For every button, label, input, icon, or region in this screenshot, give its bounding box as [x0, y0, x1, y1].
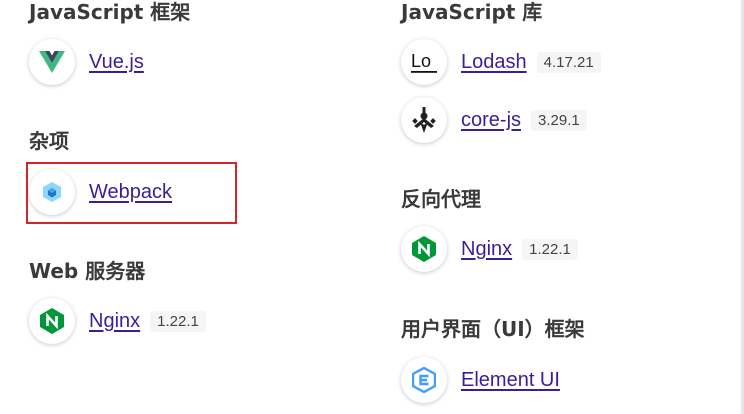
- list-item-vue: Vue.js: [29, 37, 144, 87]
- section-heading-js-libraries: JavaScript 库: [401, 0, 543, 24]
- nginx-server-link[interactable]: Nginx: [89, 310, 140, 333]
- version-badge: 4.17.21: [536, 51, 601, 73]
- list-item-element-ui: Element UI: [401, 355, 560, 405]
- version-badge: 1.22.1: [150, 310, 206, 332]
- nginx-icon: [29, 298, 75, 344]
- list-item-nginx-proxy: Nginx 1.22.1: [401, 224, 578, 274]
- lodash-link[interactable]: Lodash: [461, 51, 527, 74]
- section-heading-js-frameworks: JavaScript 框架: [29, 0, 191, 24]
- element-ui-icon: [401, 357, 447, 403]
- vue-link[interactable]: Vue.js: [89, 51, 144, 74]
- list-item-nginx-server: Nginx 1.22.1: [29, 296, 206, 346]
- section-heading-ui-frameworks: 用户界面（UI）框架: [401, 317, 585, 341]
- section-heading-misc: 杂项: [29, 129, 69, 153]
- list-item-core-js: core-js 3.29.1: [401, 95, 587, 145]
- highlight-box: [26, 162, 237, 224]
- vue-icon: [29, 39, 75, 85]
- nginx-proxy-link[interactable]: Nginx: [461, 238, 512, 261]
- section-heading-web-servers: Web 服务器: [29, 259, 146, 283]
- list-item-lodash: Lo Lodash 4.17.21: [401, 37, 601, 87]
- core-js-icon: [401, 97, 447, 143]
- nginx-icon: [401, 226, 447, 272]
- svg-text:Lo: Lo: [411, 51, 431, 71]
- core-js-link[interactable]: core-js: [461, 109, 521, 132]
- version-badge: 1.22.1: [522, 238, 578, 260]
- version-badge: 3.29.1: [531, 109, 587, 131]
- element-ui-link[interactable]: Element UI: [461, 369, 560, 392]
- lodash-icon: Lo: [401, 39, 447, 85]
- section-heading-reverse-proxies: 反向代理: [401, 187, 481, 211]
